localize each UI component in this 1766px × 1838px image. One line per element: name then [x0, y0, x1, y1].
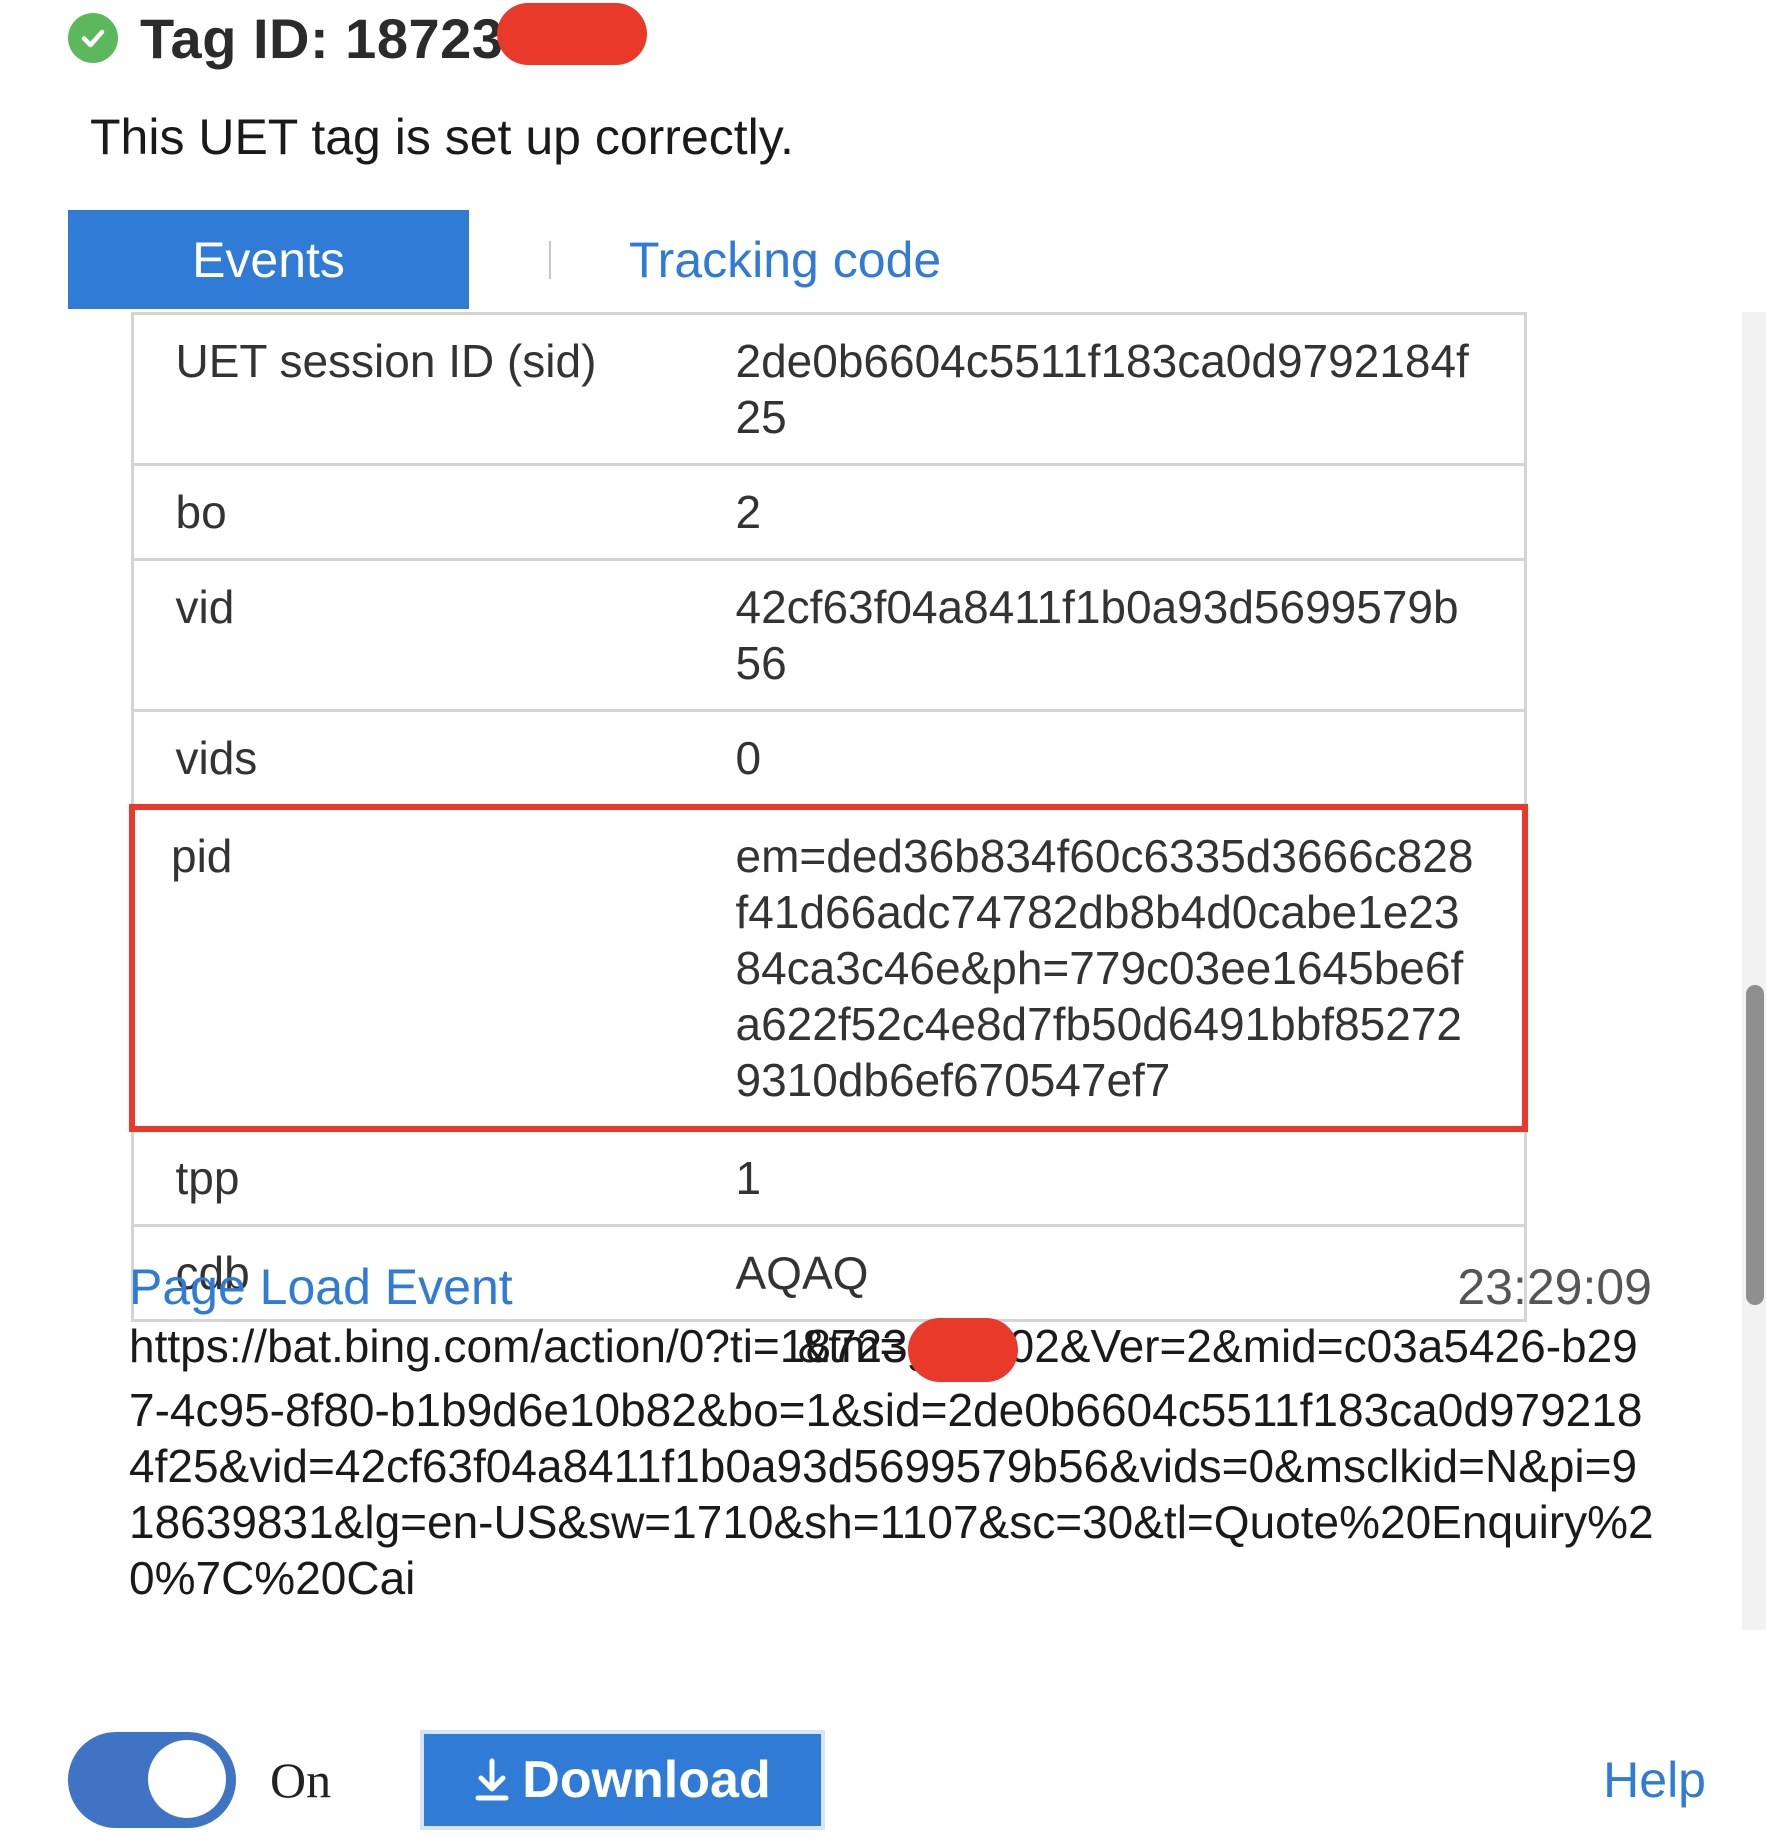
- param-key: UET session ID (sid): [132, 313, 736, 466]
- tag-status-text: This UET tag is set up correctly.: [90, 109, 794, 165]
- param-key: vid: [132, 559, 736, 712]
- help-link[interactable]: Help: [1603, 1751, 1706, 1809]
- footer-bar: On Download Help: [68, 1725, 1708, 1835]
- table-row-highlighted: pid em=ded36b834f60c6335d3666c828f41d66a…: [129, 804, 1528, 1132]
- param-value: 2: [735, 464, 1525, 561]
- event-url: https://bat.bing.com/action/0?ti=18723&t…: [129, 1318, 1659, 1606]
- event-url-part: https://bat.bing.com/action/0?ti=18723: [129, 1320, 908, 1373]
- table-row: vid 42cf63f04a8411f1b0a93d5699579b56: [132, 559, 1525, 712]
- download-icon: [474, 1758, 510, 1802]
- tab-divider: [549, 240, 551, 279]
- param-key: tpp: [132, 1129, 736, 1227]
- tab-bar: Events Tracking code: [68, 210, 941, 309]
- event-header: Page Load Event 23:29:09: [129, 1258, 1652, 1316]
- param-value: em=ded36b834f60c6335d3666c828f41d66adc74…: [735, 804, 1528, 1132]
- scrollbar-track[interactable]: [1742, 312, 1766, 1630]
- check-circle-icon: [68, 13, 118, 63]
- param-value: 2de0b6604c5511f183ca0d9792184f25: [735, 313, 1525, 466]
- tab-tracking-code[interactable]: Tracking code: [629, 231, 941, 289]
- scrollbar-thumb[interactable]: [1746, 985, 1764, 1305]
- toggle-knob: [148, 1740, 226, 1818]
- param-value: 42cf63f04a8411f1b0a93d5699579b56: [735, 559, 1525, 712]
- event-params-table: UET session ID (sid) 2de0b6604c5511f183c…: [129, 312, 1528, 1322]
- table-row: vids 0: [132, 710, 1525, 809]
- redaction-mark: [907, 1318, 1018, 1382]
- param-value: 1: [735, 1129, 1525, 1227]
- tracking-toggle[interactable]: [68, 1732, 236, 1828]
- param-key: pid: [129, 804, 736, 1132]
- download-label: Download: [522, 1751, 771, 1809]
- table-row: bo 2: [132, 464, 1525, 561]
- toggle-label: On: [270, 1752, 332, 1808]
- tag-id-title: Tag ID: 18723: [140, 6, 504, 70]
- tag-header: Tag ID: 18723: [68, 0, 648, 76]
- tab-events[interactable]: Events: [68, 210, 469, 309]
- event-timestamp: 23:29:09: [1457, 1259, 1652, 1315]
- redaction-mark: [497, 3, 648, 65]
- download-button[interactable]: Download: [420, 1730, 825, 1830]
- page-load-event-link[interactable]: Page Load Event: [129, 1258, 513, 1316]
- table-row: tpp 1: [132, 1129, 1525, 1227]
- event-url-container: https://bat.bing.com/action/0?ti=18723&t…: [129, 1318, 1659, 1630]
- param-key: vids: [132, 710, 736, 809]
- param-key: bo: [132, 464, 736, 561]
- param-value: 0: [735, 710, 1525, 809]
- table-row: UET session ID (sid) 2de0b6604c5511f183c…: [132, 313, 1525, 466]
